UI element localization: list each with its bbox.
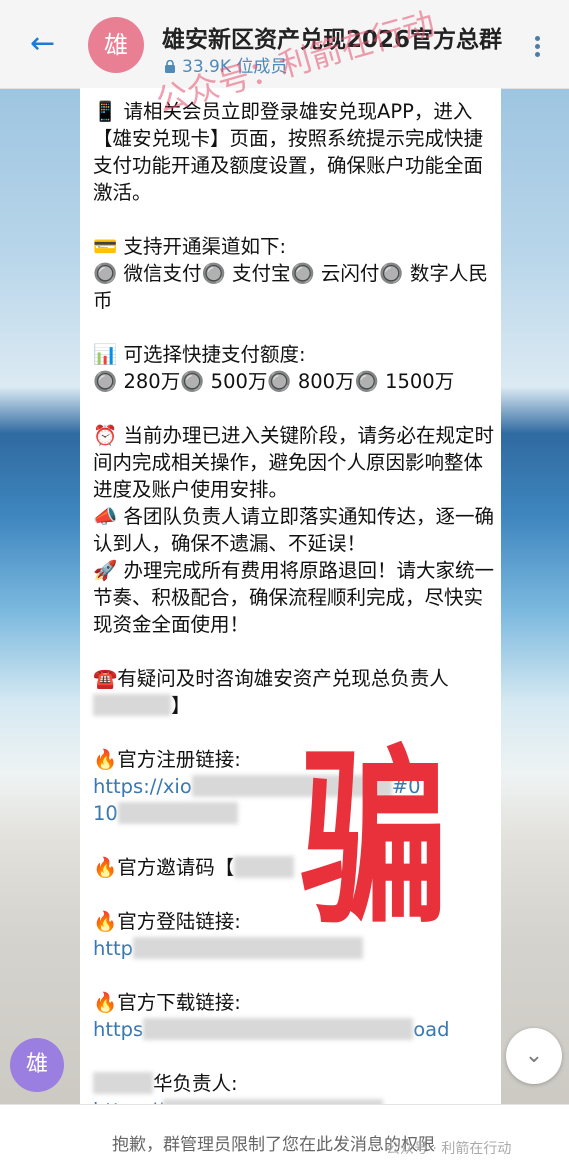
message-para-5: 📣 各团队负责人请立即落实通知传达，逐一确认到人，确保不遗漏、不延误！	[93, 505, 494, 555]
channels-heading: 💳 支持开通渠道如下:	[93, 235, 287, 258]
back-arrow-icon[interactable]: ←	[30, 28, 62, 60]
more-vert-icon[interactable]	[533, 36, 541, 60]
sender-avatar[interactable]: 雄	[10, 1038, 64, 1092]
message-para-4: ⏰ 当前办理已进入关键阶段，请务必在规定时间内完成相关操作，避免因个人原因影响整…	[93, 424, 494, 501]
download-link[interactable]: https oad	[93, 1016, 495, 1043]
group-avatar[interactable]: 雄	[88, 17, 144, 73]
download-label: 🔥官方下载链接:	[93, 991, 241, 1014]
message-para-1: 📱 请相关会员立即登录雄安兑现APP，进入【雄安兑现卡】页面，按照系统提示完成快…	[93, 100, 484, 204]
message-text: 📱 请相关会员立即登录雄安兑现APP，进入【雄安兑现卡】页面，按照系统提示完成快…	[93, 98, 495, 1124]
limits-list: 🔘 280万🔘 500万🔘 800万🔘 1500万	[93, 370, 455, 393]
limits-heading: 📊 可选择快捷支付额度:	[93, 343, 306, 366]
chevron-down-icon[interactable]: ⌄	[506, 1028, 562, 1084]
message-para-6: 🚀 办理完成所有费用将原路退回！请大家统一节奏、积极配合，确保流程顺利完成，尽快…	[93, 559, 494, 636]
channels-list: 🔘 微信支付🔘 支付宝🔘 云闪付🔘 数字人民币	[93, 262, 488, 312]
contact-line-tail: 】	[93, 692, 495, 719]
scam-stamp: 骗	[300, 729, 449, 950]
owner-label: 华负责人:	[93, 1070, 495, 1097]
credit-watermark: 公众号 · 利箭在行动	[386, 1141, 512, 1157]
contact-line: ☎️有疑问及时咨询雄安资产兑现总负责人	[93, 667, 449, 690]
